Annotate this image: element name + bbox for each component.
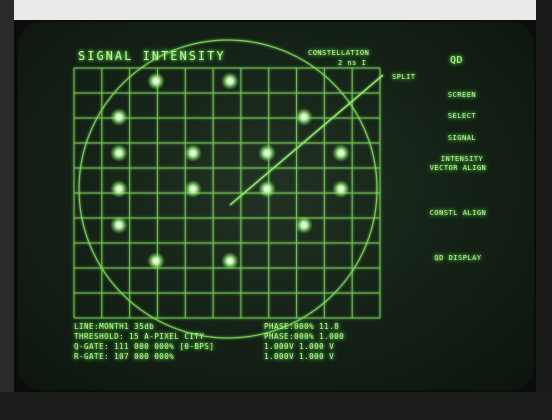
status-line-1-left: LINE:MONTH1 35db: [74, 322, 155, 331]
status-line-3-left: Q-GATE: 111 000 000% [0-BPS]: [74, 342, 215, 351]
status-line-2-left: THRESHOLD: 15 A-PIXEL CITY: [74, 332, 205, 341]
monitor-bezel-bottom: [0, 392, 552, 420]
constellation-point-core: [116, 222, 122, 228]
monitor-bezel-left: [0, 0, 14, 420]
status-line-4-right: 1.000V 1.000 V: [264, 352, 335, 361]
status-line-4-left: R-GATE: 107 000 000%: [74, 352, 175, 361]
status-line-2-right: PHASE:000% 1.000: [264, 332, 345, 341]
constellation-point-core: [338, 186, 344, 192]
monitor-bezel-top: [0, 0, 552, 20]
constellation-point-core: [301, 114, 307, 120]
constellation-point-core: [116, 186, 122, 192]
constellation-point-core: [116, 114, 122, 120]
status-line-3-right: 1.000V 1.000 V: [264, 342, 335, 351]
softkey-line1: SIGNAL: [447, 134, 477, 142]
monitor-bezel-right: [536, 0, 552, 420]
split-label: SPLIT: [392, 73, 416, 81]
constellation-point-core: [301, 222, 307, 228]
softkey-constl-align[interactable]: CONSTL ALIGN: [420, 210, 496, 217]
softkey-vector-align[interactable]: VECTOR ALIGN: [420, 165, 496, 172]
softkey-line1: SCREEN: [447, 91, 477, 99]
constellation-point-core: [227, 78, 233, 84]
screen-title: SIGNAL INTENSITY: [78, 49, 226, 63]
constellation-point-core: [116, 150, 122, 156]
softkey-line2: INTENSITY: [440, 155, 484, 163]
constellation-point-core: [190, 186, 196, 192]
softkey-qd-display[interactable]: QD DISPLAY: [420, 255, 496, 262]
constellation-point-core: [190, 150, 196, 156]
mode-header: CONSTELLATION: [308, 49, 370, 57]
constellation-point-core: [264, 186, 270, 192]
mode-value: 2 ns I: [338, 59, 367, 67]
status-line-1-right: PHASE:000% 11.8: [264, 322, 340, 331]
constellation-points: [110, 72, 350, 270]
constellation-point-core: [227, 258, 233, 264]
constellation-point-core: [338, 150, 344, 156]
crt-screen: SIGNAL INTENSITY CONSTELLATION 2 ns I QD…: [18, 22, 534, 390]
softkey-line2: SELECT: [447, 112, 477, 120]
phase-vector-line: [229, 74, 384, 206]
constellation-point-core: [264, 150, 270, 156]
constellation-point-core: [153, 258, 159, 264]
mode-key-label: QD: [450, 55, 464, 66]
constellation-point-core: [153, 78, 159, 84]
